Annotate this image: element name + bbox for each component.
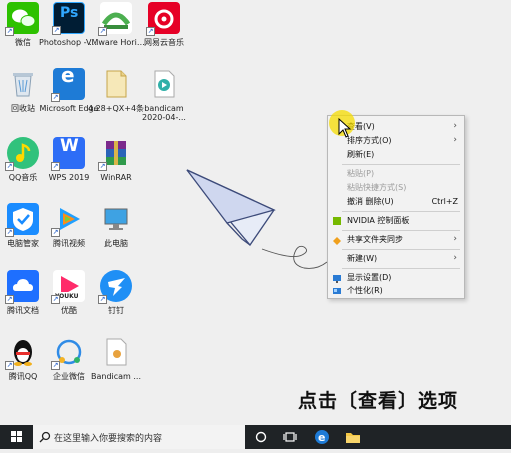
shortcut-arrow-icon: ↗ — [98, 295, 107, 304]
display-settings-icon — [333, 274, 341, 283]
bandicam-file-icon — [100, 336, 132, 368]
recycle-bin-icon — [7, 68, 39, 100]
tencent-video-icon: ↗ — [51, 203, 85, 237]
shortcut-arrow-icon: ↗ — [5, 228, 14, 237]
chevron-right-icon: › — [453, 121, 457, 131]
menu-item-undo-delete[interactable]: 撤消 删除(U) Ctrl+Z — [328, 195, 464, 208]
paper-plane-illustration — [186, 169, 328, 269]
shortcut-arrow-icon: ↗ — [5, 361, 14, 370]
menu-item-new[interactable]: 新建(W) › — [328, 252, 464, 265]
taskbar: 在这里输入你要搜索的内容 e — [0, 425, 511, 449]
pc-manager-icon: ↗ — [5, 203, 39, 237]
netease-music-icon: ↗ — [146, 2, 180, 36]
shortcut-arrow-icon: ↗ — [146, 27, 155, 36]
shortcut-arrow-icon: ↗ — [5, 162, 14, 171]
wps-icon: W ↗ — [51, 137, 85, 171]
nvidia-icon — [333, 217, 341, 225]
desktop-icon-this-pc[interactable]: 此电脑 — [85, 203, 147, 269]
menu-item-nvidia-control-panel[interactable]: NVIDIA 控制面板 — [328, 214, 464, 227]
task-view-button[interactable] — [275, 425, 305, 449]
desktop-icon-netease-music[interactable]: ↗ 网易云音乐 — [133, 2, 195, 68]
taskbar-search-box[interactable]: 在这里输入你要搜索的内容 — [33, 425, 245, 449]
menu-separator — [342, 211, 460, 212]
shortcut-arrow-icon: ↗ — [98, 162, 107, 171]
folder-icon — [346, 433, 360, 443]
menu-separator — [342, 268, 460, 269]
desktop-icon-bandicam-video[interactable]: bandicam 2020-04-... — [133, 68, 195, 134]
edge-icon: e — [315, 430, 329, 444]
winrar-icon: ↗ — [98, 137, 132, 171]
cortana-circle-icon — [255, 431, 267, 443]
menu-item-paste-shortcut: 粘贴快捷方式(S) — [347, 183, 407, 192]
chevron-right-icon: › — [453, 135, 457, 145]
shortcut-arrow-icon: ↗ — [51, 93, 60, 102]
menu-item-paste: 粘贴(P) — [347, 169, 375, 178]
shortcut-arrow-icon: ↗ — [5, 295, 14, 304]
start-button[interactable] — [0, 425, 33, 449]
photoshop-icon: Ps ↗ — [52, 2, 85, 35]
shortcut-arrow-icon: ↗ — [98, 27, 107, 36]
tencent-docs-icon: ↗ — [5, 270, 39, 304]
search-icon — [39, 431, 51, 443]
taskbar-file-explorer-button[interactable] — [338, 425, 368, 449]
menu-separator — [342, 230, 460, 231]
menu-item-refresh[interactable]: 刷新(E) — [328, 148, 464, 161]
menu-separator — [342, 249, 460, 250]
personalize-icon — [333, 287, 341, 295]
menu-item-display-settings[interactable]: 显示设置(D) — [328, 271, 464, 284]
shared-folder-sync-icon — [333, 236, 341, 245]
windows-logo-icon — [11, 431, 22, 442]
qq-penguin-icon: ↗ — [5, 336, 39, 370]
chevron-right-icon: › — [453, 253, 457, 263]
svg-text:e: e — [318, 431, 325, 444]
context-menu: 查看(V) › 排序方式(O) › 刷新(E) 粘贴(P) 粘贴快捷方式(S) … — [327, 115, 465, 299]
shortcut-arrow-icon: ↗ — [51, 162, 60, 171]
dingtalk-icon: ↗ — [98, 270, 132, 304]
menu-separator — [342, 164, 460, 165]
shortcut-arrow-icon: ↗ — [5, 27, 14, 36]
document-file-icon — [100, 68, 132, 100]
menu-item-shared-folder-sync[interactable]: 共享文件夹同步 › — [328, 233, 464, 246]
vmware-horizon-icon: ↗ — [98, 2, 132, 36]
qq-music-icon: ↗ — [5, 137, 39, 171]
cortana-button[interactable] — [246, 425, 276, 449]
youku-icon: YOUKU ↗ — [51, 270, 85, 304]
tutorial-caption: 点击〔查看〕选项 — [298, 390, 459, 412]
desktop-icon-bandicam[interactable]: Bandicam ... — [85, 336, 147, 402]
menu-item-personalize[interactable]: 个性化(R) — [328, 284, 464, 297]
shortcut-arrow-icon: ↗ — [51, 361, 60, 370]
wecom-icon: ↗ — [51, 336, 85, 370]
desktop-icon-dingtalk[interactable]: ↗ 钉钉 — [85, 270, 147, 336]
shortcut-arrow-icon: ↗ — [51, 228, 60, 237]
shortcut-arrow-icon: ↗ — [52, 26, 61, 35]
video-file-icon — [148, 68, 180, 100]
edge-icon: e ↗ — [51, 65, 85, 102]
mouse-pointer-icon — [338, 118, 352, 138]
chevron-right-icon: › — [453, 234, 457, 244]
shortcut-arrow-icon: ↗ — [51, 295, 60, 304]
computer-icon — [100, 203, 132, 235]
desktop-icon-winrar[interactable]: ↗ WinRAR — [85, 137, 147, 203]
wechat-icon: ↗ — [5, 2, 39, 36]
task-view-icon — [283, 432, 297, 442]
desktop: ↗ 微信 Ps ↗ Photoshop - 快捷方式 ↗ VMware Hori… — [0, 0, 511, 425]
taskbar-edge-button[interactable]: e — [307, 425, 337, 449]
